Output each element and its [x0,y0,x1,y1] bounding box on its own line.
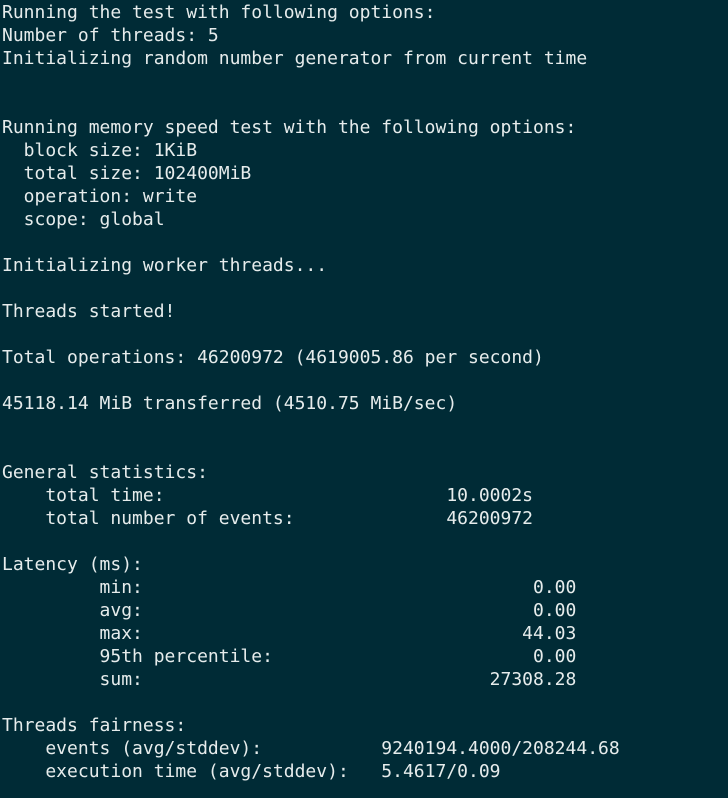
output-line: 45118.14 MiB transferred (4510.75 MiB/se… [2,393,458,414]
output-line: General statistics: [2,462,208,483]
output-line: scope: global [2,209,165,230]
output-line: Initializing random number generator fro… [2,48,588,69]
output-line: Threads started! [2,301,176,322]
output-line: Latency (ms): [2,554,143,575]
output-line: Threads fairness: [2,715,187,736]
output-line: sum: 27308.28 [2,669,577,690]
output-line: total size: 102400MiB [2,163,252,184]
output-line: Initializing worker threads... [2,255,328,276]
output-line: total number of events: 46200972 [2,508,534,529]
output-line: Number of threads: 5 [2,25,219,46]
output-line: 95th percentile: 0.00 [2,646,577,667]
output-line: avg: 0.00 [2,600,577,621]
terminal-window[interactable]: Running the test with following options:… [0,0,728,798]
output-line: min: 0.00 [2,577,577,598]
output-line: operation: write [2,186,198,207]
output-line: total time: 10.0002s [2,485,534,506]
output-line: block size: 1KiB [2,140,198,161]
output-line: Running memory speed test with the follo… [2,117,577,138]
output-line: execution time (avg/stddev): 5.4617/0.09 [2,761,501,782]
output-line: Total operations: 46200972 (4619005.86 p… [2,347,544,368]
output-line: max: 44.03 [2,623,577,644]
output-line: events (avg/stddev): 9240194.4000/208244… [2,738,620,759]
output-line: Running the test with following options: [2,2,436,23]
